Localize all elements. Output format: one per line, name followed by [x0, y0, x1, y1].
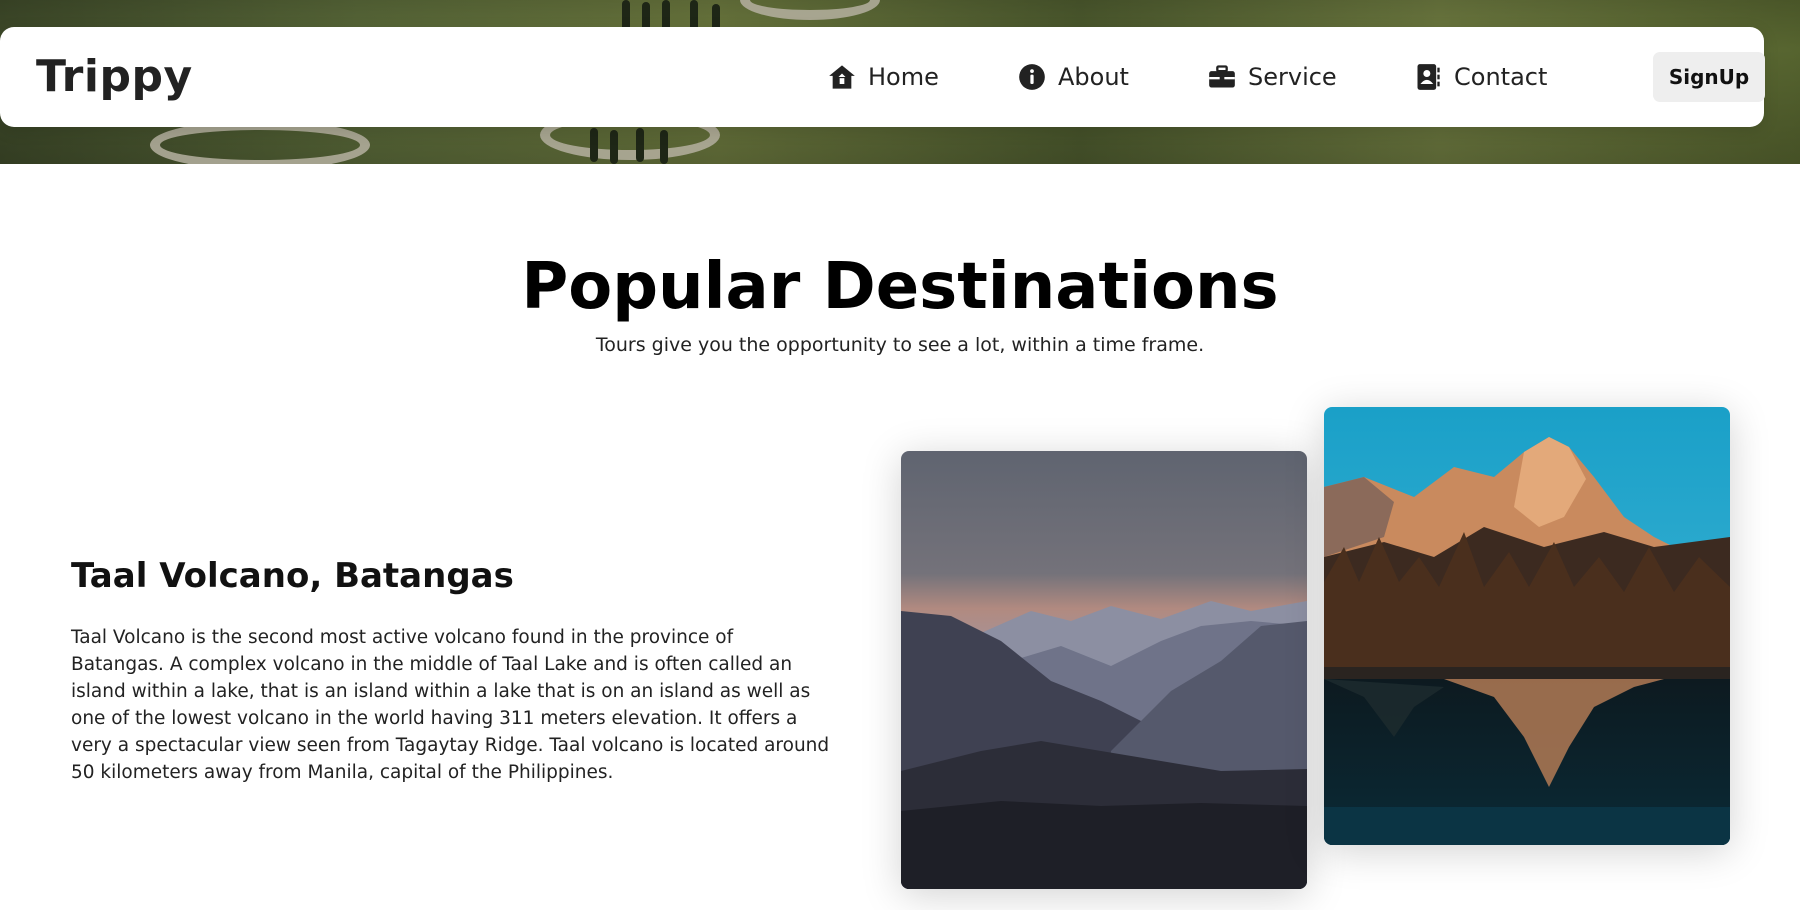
- destination-image-mountains: [901, 451, 1307, 889]
- destination-title: Taal Volcano, Batangas: [71, 556, 514, 596]
- signup-button[interactable]: SignUp: [1653, 52, 1765, 102]
- section-title: Popular Destinations: [521, 250, 1279, 324]
- destination-description: Taal Volcano is the second most active v…: [71, 627, 830, 783]
- hero-tree-shape: [610, 130, 618, 164]
- nav-item-about[interactable]: About: [1018, 59, 1129, 95]
- nav-item-label: Service: [1248, 63, 1337, 91]
- brand-logo[interactable]: Trippy: [36, 51, 193, 102]
- home-icon: [829, 65, 855, 89]
- nav-item-label: About: [1058, 63, 1129, 91]
- nav-item-service[interactable]: Service: [1208, 59, 1337, 95]
- section-subtitle: Tours give you the opportunity to see a …: [595, 334, 1205, 356]
- navbar: Trippy Home About Service Contact SignUp: [0, 27, 1765, 127]
- nav-item-home[interactable]: Home: [828, 59, 939, 95]
- nav-item-contact[interactable]: Contact: [1414, 59, 1547, 95]
- nav-item-label: Home: [868, 63, 939, 91]
- hero-tree-shape: [660, 130, 668, 164]
- contact-book-icon: [1417, 64, 1440, 90]
- hero-tree-shape: [636, 128, 644, 162]
- destination-image-lake: [1324, 407, 1730, 845]
- hero-tree-shape: [590, 128, 598, 162]
- nav-item-label: Contact: [1454, 63, 1548, 91]
- hero-road-shape: [740, 0, 880, 20]
- briefcase-icon: [1209, 65, 1235, 88]
- info-icon: [1019, 64, 1045, 90]
